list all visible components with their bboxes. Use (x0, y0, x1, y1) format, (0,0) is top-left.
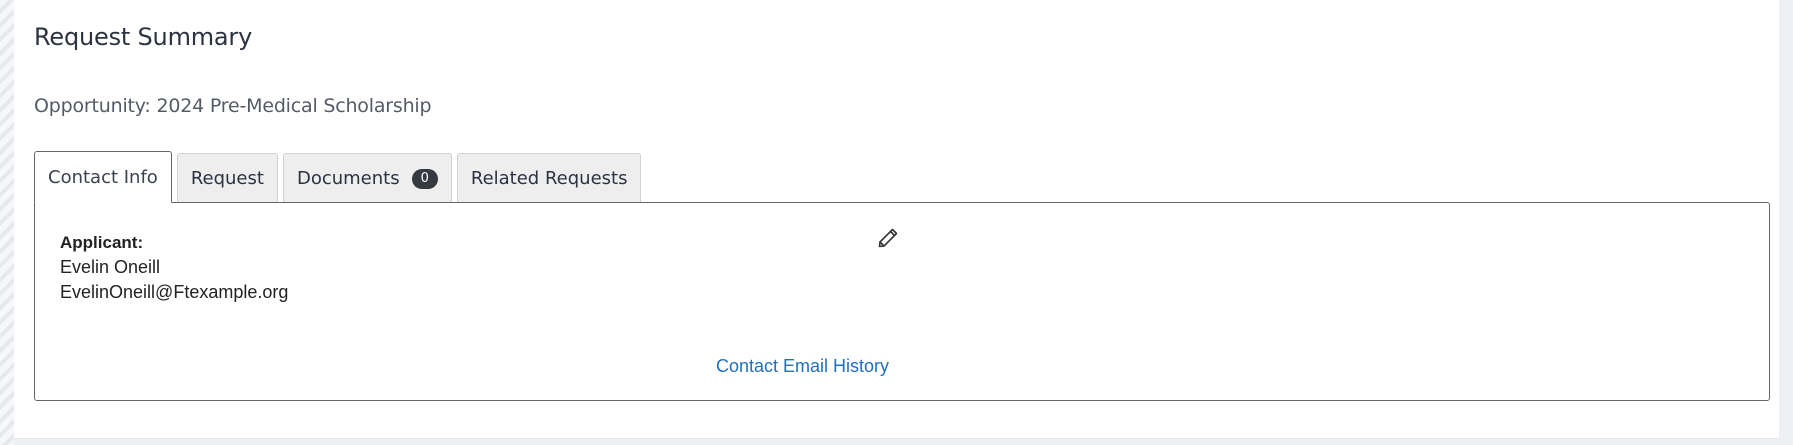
tab-contact-info[interactable]: Contact Info (34, 151, 172, 203)
tab-bar: Contact Info Request Documents 0 Related… (34, 151, 646, 203)
tab-request-label: Request (190, 168, 264, 189)
pencil-icon[interactable] (876, 226, 900, 250)
applicant-name: Evelin Oneill (60, 257, 161, 277)
applicant-email: EvelinOneill@Ftexample.org (60, 282, 289, 302)
tab-documents-label: Documents (296, 168, 400, 189)
background-pattern (0, 0, 14, 445)
tab-related-requests-label: Related Requests (470, 168, 628, 189)
tab-documents[interactable]: Documents 0 (282, 153, 452, 203)
documents-count-badge: 0 (411, 168, 438, 189)
request-summary-panel: Request Summary Opportunity: 2024 Pre-Me… (14, 0, 1779, 439)
tab-related-requests[interactable]: Related Requests (456, 153, 642, 203)
tab-request[interactable]: Request (176, 153, 278, 203)
contact-email-history-link[interactable]: Contact Email History (716, 356, 889, 377)
applicant-label: Applicant: (60, 233, 144, 252)
page-title: Request Summary (34, 23, 253, 51)
contact-info-panel: Applicant: Evelin Oneill EvelinOneill@Ft… (34, 202, 1770, 401)
opportunity-label: Opportunity: 2024 Pre-Medical Scholarshi… (34, 95, 432, 117)
tab-contact-info-label: Contact Info (48, 166, 158, 188)
